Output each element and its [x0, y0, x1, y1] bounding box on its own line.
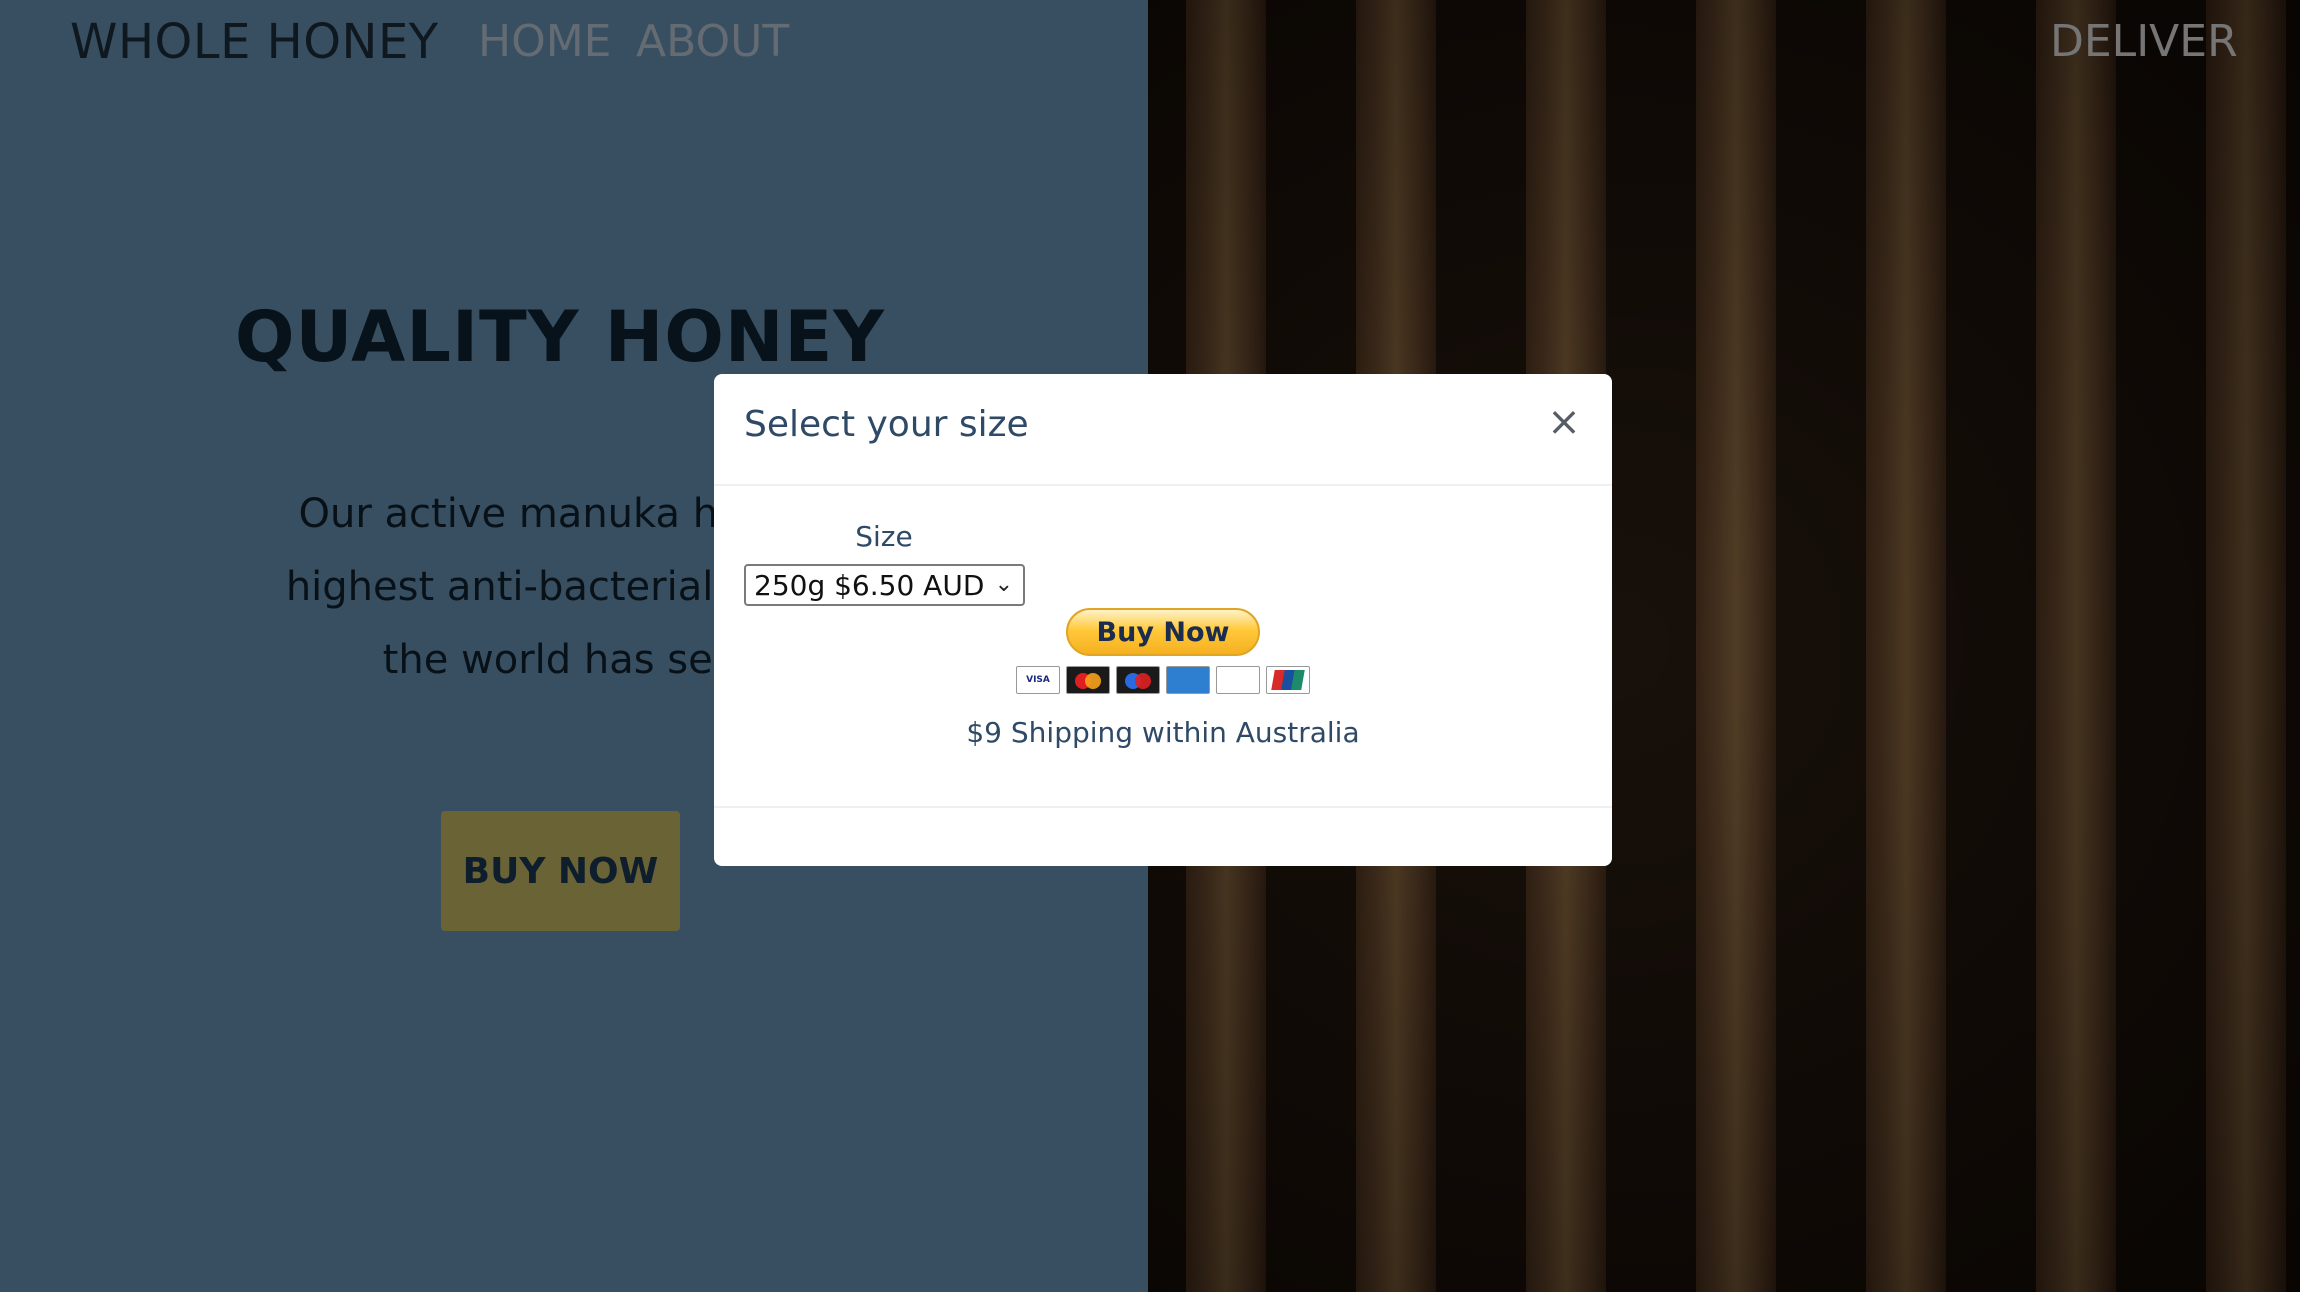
page: QUALITY HONEY Our active manuka has so h…: [0, 0, 2300, 1292]
amex-card-icon: [1166, 666, 1210, 694]
modal-footer: [714, 806, 1612, 866]
paypal-buy-now-button[interactable]: Buy Now: [1066, 608, 1260, 656]
modal-title: Select your size: [744, 404, 1029, 445]
mastercard-card-icon: [1066, 666, 1110, 694]
modal-header: Select your size ×: [714, 374, 1612, 486]
unionpay-stripes: [1271, 670, 1305, 690]
close-icon[interactable]: ×: [1540, 398, 1588, 446]
shipping-note: $9 Shipping within Australia: [966, 716, 1360, 749]
modal-body: Size 250g $6.50 AUD ⌄ Buy Now VISA $9 Sh…: [714, 486, 1612, 808]
chevron-down-icon: ⌄: [994, 572, 1013, 597]
size-select[interactable]: 250g $6.50 AUD ⌄: [744, 564, 1025, 606]
size-modal: Select your size × Size 250g $6.50 AUD ⌄…: [714, 374, 1612, 866]
maestro-circle-right: [1135, 673, 1151, 689]
visa-card-icon: VISA: [1016, 666, 1060, 694]
discover-card-icon: [1216, 666, 1260, 694]
size-select-value: 250g $6.50 AUD: [754, 569, 985, 602]
mastercard-circle-right: [1085, 673, 1101, 689]
size-label: Size: [855, 520, 913, 553]
payment-cards: VISA: [1016, 666, 1312, 696]
maestro-card-icon: [1116, 666, 1160, 694]
unionpay-card-icon: [1266, 666, 1310, 694]
